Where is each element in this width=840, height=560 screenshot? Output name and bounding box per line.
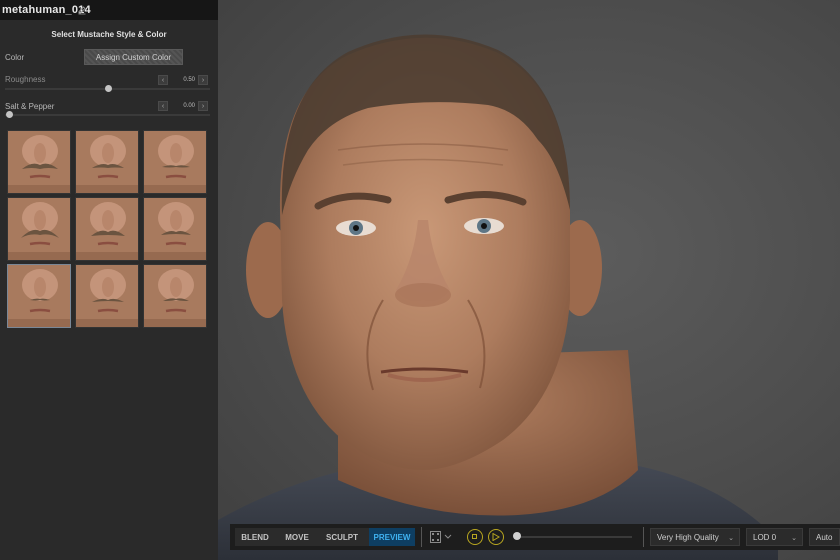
mustache-style-thumbnail[interactable] [143, 130, 207, 194]
character-viewport[interactable] [218, 0, 840, 560]
salt-pepper-slider-track[interactable] [5, 114, 210, 116]
mustache-style-thumbnail[interactable] [7, 264, 71, 328]
roughness-decrement-button[interactable]: ‹ [158, 75, 168, 85]
title-bar: metahuman_014 [0, 0, 218, 20]
salt-pepper-stepper[interactable]: ‹ 0.00 › [158, 101, 208, 111]
color-label: Color [5, 53, 25, 62]
quality-dropdown[interactable]: Very High Quality ⌄ [650, 528, 740, 546]
salt-pepper-increment-button[interactable]: › [198, 101, 208, 111]
film-clip-icon[interactable] [430, 531, 454, 543]
mode-sculpt-button[interactable]: SCULPT [319, 528, 365, 546]
roughness-value: 0.50 [183, 77, 195, 83]
salt-pepper-decrement-button[interactable]: ‹ [158, 101, 168, 111]
roughness-label: Roughness [5, 75, 46, 84]
assign-custom-color-label: Assign Custom Color [95, 52, 172, 62]
left-panel: metahuman_014 Select Mustache Style & Co… [0, 0, 218, 560]
stop-button[interactable] [467, 529, 483, 545]
roughness-slider-thumb[interactable] [104, 85, 112, 92]
assign-custom-color-button[interactable]: Assign Custom Color [84, 49, 183, 65]
mustache-style-thumbnail[interactable] [7, 130, 71, 194]
roughness-increment-button[interactable]: › [198, 75, 208, 85]
stop-icon [472, 534, 477, 539]
salt-pepper-value: 0.00 [183, 103, 195, 109]
mode-tab-group: BLEND MOVE SCULPT PREVIEW [235, 528, 415, 546]
viewport-toolbar: BLEND MOVE SCULPT PREVIEW Very High Qual… [230, 524, 840, 550]
timeline-scrubber-knob[interactable] [513, 532, 521, 540]
play-icon [492, 532, 500, 541]
mustache-style-thumbnail[interactable] [75, 197, 139, 261]
toolbar-divider [643, 527, 644, 547]
chevron-down-icon: ⌄ [728, 535, 734, 542]
pencil-edit-icon[interactable] [77, 5, 87, 15]
quality-value: Very High Quality [657, 532, 719, 542]
chevron-down-icon: ⌄ [791, 535, 797, 542]
mode-move-button[interactable]: MOVE [277, 528, 317, 546]
play-button[interactable] [488, 529, 504, 545]
mode-blend-button[interactable]: BLEND [235, 528, 275, 546]
mode-preview-button[interactable]: PREVIEW [369, 528, 415, 546]
salt-pepper-slider-thumb[interactable] [6, 111, 13, 118]
roughness-stepper[interactable]: ‹ 0.50 › [158, 75, 208, 85]
section-title: Select Mustache Style & Color [51, 30, 167, 39]
lod-dropdown[interactable]: LOD 0 ⌄ [746, 528, 803, 546]
timeline-scrubber-track[interactable] [516, 536, 632, 538]
lod-value: LOD 0 [753, 532, 777, 542]
auto-dropdown[interactable]: Auto [809, 528, 840, 546]
mustache-style-thumbnail[interactable] [75, 264, 139, 328]
auto-value: Auto [816, 532, 833, 542]
mustache-style-thumbnail[interactable] [75, 130, 139, 194]
mustache-style-thumbnail[interactable] [7, 197, 71, 261]
mustache-style-thumbnail[interactable] [143, 197, 207, 261]
mustache-style-thumbnail[interactable] [143, 264, 207, 328]
toolbar-divider [421, 527, 422, 547]
character-render [218, 34, 778, 560]
salt-pepper-label: Salt & Pepper [5, 102, 55, 111]
